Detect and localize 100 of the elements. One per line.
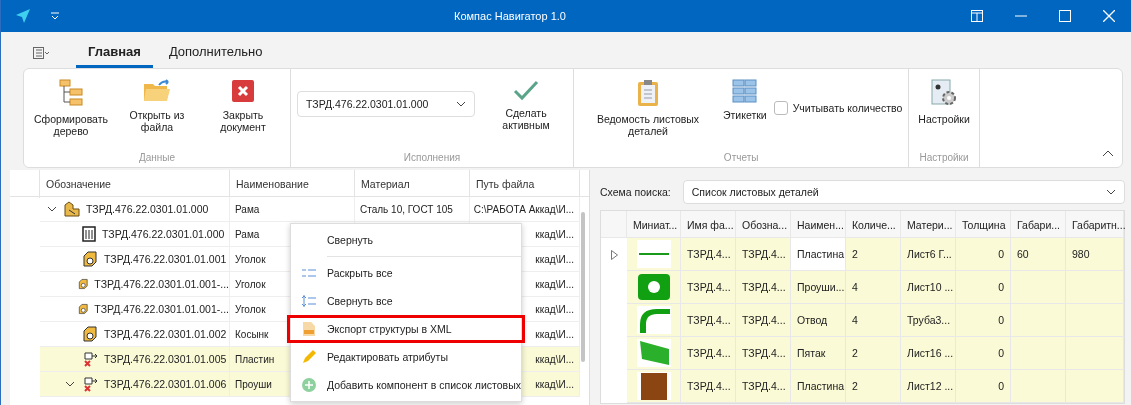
part-thumbnail bbox=[636, 339, 671, 367]
part-thumbnail bbox=[636, 273, 671, 301]
table-cell: 0 bbox=[956, 337, 1011, 370]
table-cell: Пятак bbox=[791, 337, 846, 370]
group-label: Исполнения bbox=[403, 152, 461, 165]
tree-node[interactable]: ТЗРД.476.22.0301.01.005 bbox=[40, 347, 230, 372]
ribbon-button[interactable]: Сформировать дерево bbox=[30, 77, 112, 139]
table-cell: ТЗРД.4... bbox=[736, 304, 791, 337]
table-cell: Пластина bbox=[791, 238, 846, 271]
tree-node[interactable]: ТЗРД.476.22.0301.01.000 bbox=[40, 197, 230, 222]
part-icon bbox=[77, 301, 89, 317]
ribbon-button[interactable]: Настройки bbox=[915, 77, 973, 127]
table-cell: С:\РАБОТА Аккад\И... bbox=[470, 197, 580, 222]
table-cell: ТЗРД.4... bbox=[681, 304, 736, 337]
sheet-part-icon bbox=[82, 351, 98, 367]
checkbox-label: Учитывать количество bbox=[792, 102, 903, 114]
part-thumbnail bbox=[636, 240, 671, 268]
table-cell: 4 bbox=[846, 304, 901, 337]
settings-icon bbox=[930, 79, 959, 107]
part-thumbnail bbox=[636, 372, 671, 400]
document-icon bbox=[82, 226, 96, 242]
sheet-part-icon bbox=[82, 376, 98, 392]
column-header[interactable]: Миниат... bbox=[627, 211, 681, 238]
checkmark-icon bbox=[513, 79, 539, 101]
scrollbar[interactable] bbox=[581, 212, 585, 362]
labels-icon bbox=[731, 79, 758, 103]
group-label: Настройки bbox=[919, 152, 969, 165]
column-header[interactable]: Имя фа... bbox=[681, 211, 736, 238]
search-scheme-dropdown[interactable]: Список листовых деталей bbox=[682, 180, 1125, 204]
column-header[interactable]: Габаритн... bbox=[1066, 211, 1124, 238]
table-cell: 60 bbox=[1011, 238, 1066, 271]
column-header[interactable]: Габари... bbox=[1011, 211, 1066, 238]
add-icon bbox=[302, 378, 316, 392]
part-icon bbox=[82, 326, 98, 342]
table-cell: 2 bbox=[846, 337, 901, 370]
tree-node[interactable]: ТЗРД.476.22.0301.01.001 bbox=[40, 247, 230, 272]
column-header[interactable]: Количе... bbox=[846, 211, 901, 238]
column-header[interactable]: Матери... bbox=[901, 211, 956, 238]
table-cell: ТЗРД.4... bbox=[681, 337, 736, 370]
table-cell: 0 bbox=[956, 304, 1011, 337]
chevron-icon[interactable] bbox=[65, 381, 75, 387]
column-header[interactable]: Толщина bbox=[956, 211, 1011, 238]
table-cell: 2 bbox=[846, 238, 901, 271]
ribbon-tab[interactable]: Дополнительно bbox=[156, 38, 275, 68]
table-cell: 2 bbox=[846, 370, 901, 403]
table-cell: 0 bbox=[956, 271, 1011, 304]
xml-file-icon bbox=[303, 322, 315, 336]
collapse-all-icon bbox=[302, 295, 316, 307]
row-pointer-icon bbox=[610, 249, 618, 260]
chevron-down-icon bbox=[456, 101, 466, 107]
collapse-ribbon-icon[interactable] bbox=[1102, 150, 1114, 157]
table-cell: Пластина bbox=[791, 370, 846, 403]
table-cell: ТЗРД.4... bbox=[736, 238, 791, 271]
table-cell: Рама bbox=[230, 197, 355, 222]
table-cell: ТЗРД.4... bbox=[681, 238, 736, 271]
pencil-icon bbox=[302, 350, 316, 364]
ribbon-button[interactable]: Этикетки bbox=[720, 77, 770, 123]
folder-icon bbox=[143, 79, 171, 103]
expand-all-icon bbox=[302, 268, 316, 278]
table-cell: Лист12 ... bbox=[901, 370, 956, 403]
table-cell: 0 bbox=[956, 238, 1011, 271]
chevron-down-icon bbox=[1106, 189, 1116, 195]
table-cell: 4 bbox=[846, 271, 901, 304]
column-header[interactable]: Обозна... bbox=[736, 211, 791, 238]
table-cell: ТЗРД.4... bbox=[736, 271, 791, 304]
version-dropdown[interactable]: ТЗРД.476.22.0301.01.000 bbox=[297, 91, 475, 117]
table-cell: ТЗРД.4... bbox=[736, 337, 791, 370]
tree-node[interactable]: ТЗРД.476.22.0301.01.001-... bbox=[40, 272, 230, 297]
search-label: Схема поиска: bbox=[600, 186, 671, 198]
tree-icon bbox=[58, 79, 84, 107]
window-title: Компас Навигатор 1.0 bbox=[453, 10, 567, 22]
ribbon-button[interactable]: Открыть из файла bbox=[116, 77, 198, 135]
table-cell: Лист6 Г... bbox=[901, 238, 956, 271]
table-cell: ТЗРД.4... bbox=[681, 271, 736, 304]
part-icon bbox=[82, 251, 98, 267]
clipboard-icon bbox=[637, 79, 659, 107]
chevron-icon[interactable] bbox=[47, 206, 57, 212]
tree-node[interactable]: ТЗРД.476.22.0301.01.001-... bbox=[40, 297, 230, 322]
table-cell: 980 bbox=[1066, 238, 1124, 271]
tree-node[interactable]: ТЗРД.476.22.0301.01.002 bbox=[40, 322, 230, 347]
table-cell: Сталь 10, ГОСТ 105 bbox=[355, 197, 470, 222]
group-label: Данные bbox=[138, 152, 176, 165]
tree-node[interactable]: ТЗРД.476.22.0301.01.006 bbox=[40, 372, 230, 397]
ribbon-button[interactable]: Закрыть документ bbox=[202, 77, 284, 135]
ribbon-button[interactable]: Ведомость листовых деталей bbox=[580, 77, 716, 139]
table-cell: 0 bbox=[956, 370, 1011, 403]
table-cell: ТЗРД.4... bbox=[736, 370, 791, 403]
column-header[interactable]: Наимен... bbox=[791, 211, 846, 238]
close-document-icon bbox=[231, 79, 255, 103]
table-cell: Лист10 ... bbox=[901, 271, 956, 304]
group-label: Отчеты bbox=[723, 152, 759, 165]
part-thumbnail bbox=[636, 306, 671, 334]
table-cell: Труба3... bbox=[901, 304, 956, 337]
table-cell: Лист16 ... bbox=[901, 337, 956, 370]
checkbox[interactable] bbox=[773, 101, 788, 115]
part-icon bbox=[77, 276, 89, 292]
tree-node[interactable]: ТЗРД.476.22.0301.01.000 bbox=[40, 222, 230, 247]
table-cell: Проуши... bbox=[791, 271, 846, 304]
table-cell: Отвод bbox=[791, 304, 846, 337]
ribbon-button[interactable]: Сделать активным bbox=[485, 77, 567, 133]
